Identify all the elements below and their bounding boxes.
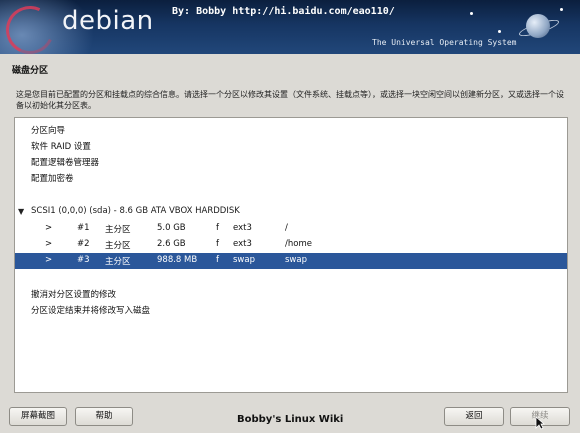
partition-arrow: > <box>45 239 53 249</box>
partition-flag: f <box>216 239 219 249</box>
partition-mountpoint: swap <box>285 255 307 265</box>
action-finish-partitioning[interactable]: 分区设定结束并将修改写入磁盘 <box>31 304 150 316</box>
partition-type: 主分区 <box>105 225 131 235</box>
partition-arrow: > <box>45 255 53 265</box>
mouse-pointer-icon <box>535 416 545 430</box>
banner-byline: By: Bobby http://hi.baidu.com/eao110/ <box>172 6 395 17</box>
partition-number: #3 <box>77 255 90 265</box>
partition-list[interactable]: 分区向导 软件 RAID 设置 配置逻辑卷管理器 配置加密卷 ▼ SCSI1 (… <box>14 117 568 393</box>
action-encrypted-volumes[interactable]: 配置加密卷 <box>31 172 74 184</box>
partition-number: #1 <box>77 223 90 233</box>
expand-triangle-icon[interactable]: ▼ <box>18 207 24 216</box>
banner-tagline: The Universal Operating System <box>372 38 517 47</box>
partition-filesystem: swap <box>233 255 255 265</box>
debian-logo: debian <box>62 6 154 36</box>
partition-filesystem: ext3 <box>233 239 252 249</box>
planet-icon <box>526 14 550 38</box>
partition-flag: f <box>216 223 219 233</box>
star-icon <box>470 12 473 15</box>
partition-arrow: > <box>45 223 53 233</box>
partition-mountpoint: / <box>285 223 288 233</box>
disk-label: SCSI1 (0,0,0) (sda) - 8.6 GB ATA VBOX HA… <box>31 206 240 216</box>
action-lvm[interactable]: 配置逻辑卷管理器 <box>31 156 99 168</box>
partition-mountpoint: /home <box>285 239 312 249</box>
partition-flag: f <box>216 255 219 265</box>
action-undo-changes[interactable]: 撤消对分区设置的修改 <box>31 288 116 300</box>
partition-type: 主分区 <box>105 257 131 267</box>
title-bar: 磁盘分区 <box>0 54 580 84</box>
partition-size: 5.0 GB <box>157 223 186 233</box>
debian-banner: debian By: Bobby http://hi.baidu.com/eao… <box>0 0 580 54</box>
partition-filesystem: ext3 <box>233 223 252 233</box>
action-software-raid[interactable]: 软件 RAID 设置 <box>31 140 91 152</box>
partition-row[interactable]: > #1 主分区 5.0 GB f ext3 / <box>15 221 567 237</box>
action-guided-partitioning[interactable]: 分区向导 <box>31 124 65 136</box>
partition-size: 988.8 MB <box>157 255 198 265</box>
partition-row[interactable]: > #2 主分区 2.6 GB f ext3 /home <box>15 237 567 253</box>
partition-number: #2 <box>77 239 90 249</box>
page-description: 这是您目前已配置的分区和挂载点的综合信息。请选择一个分区以修改其设置（文件系统、… <box>16 90 564 110</box>
star-icon <box>560 8 563 11</box>
disk-row[interactable]: ▼ SCSI1 (0,0,0) (sda) - 8.6 GB ATA VBOX … <box>15 205 567 220</box>
watermark-text: Bobby's Linux Wiki <box>237 414 344 425</box>
help-button[interactable]: 帮助 <box>75 407 133 426</box>
partition-row-selected[interactable]: > #3 主分区 988.8 MB f swap swap <box>15 253 567 269</box>
back-button[interactable]: 返回 <box>444 407 504 426</box>
page-title: 磁盘分区 <box>12 66 49 76</box>
partition-size: 2.6 GB <box>157 239 186 249</box>
star-icon <box>498 30 501 33</box>
partition-type: 主分区 <box>105 241 131 251</box>
screenshot-button[interactable]: 屏幕截图 <box>9 407 67 426</box>
